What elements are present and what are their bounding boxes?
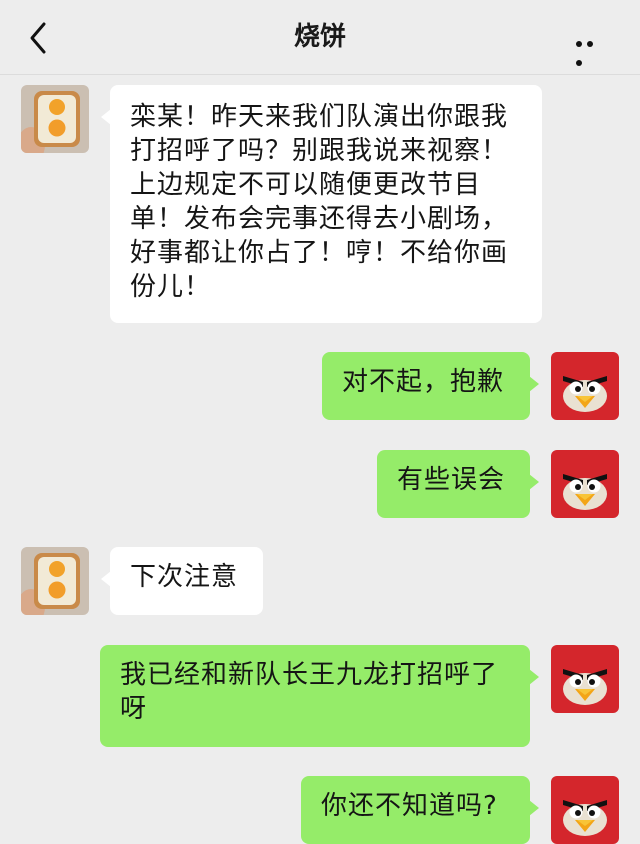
message-bubble-incoming[interactable]: 下次注意 — [101, 547, 263, 615]
toast-egg-avatar-icon — [21, 85, 89, 153]
avatar-sender-toast[interactable] — [21, 547, 89, 615]
avatar-self[interactable] — [551, 776, 619, 844]
avatar-self[interactable] — [551, 645, 619, 713]
angry-bird-avatar-icon — [551, 352, 619, 420]
chat-header: 烧饼 — [0, 0, 640, 75]
chat-title: 烧饼 — [293, 22, 346, 52]
avatar-self[interactable] — [551, 352, 619, 420]
message-bubble-outgoing[interactable]: 有些误会 — [377, 450, 539, 518]
toast-egg-avatar-icon — [21, 547, 89, 615]
angry-bird-avatar-icon — [551, 776, 619, 844]
message-bubble-incoming[interactable]: 栾某！昨天来我们队演出你跟我 打招呼了吗？别跟我说来视察！ 上边规定不可以随便更… — [101, 85, 542, 323]
angry-bird-avatar-icon — [551, 450, 619, 518]
angry-bird-avatar-icon — [551, 645, 619, 713]
message-bubble-outgoing[interactable]: 对不起，抱歉 — [322, 352, 539, 420]
avatar-self[interactable] — [551, 450, 619, 518]
more-options-button[interactable] — [576, 32, 608, 66]
message-bubble-outgoing[interactable]: 我已经和新队长王九龙打招呼了 呀 — [100, 645, 539, 747]
avatar-sender-toast[interactable] — [21, 85, 89, 153]
message-bubble-outgoing[interactable]: 你还不知道吗? — [301, 776, 539, 844]
